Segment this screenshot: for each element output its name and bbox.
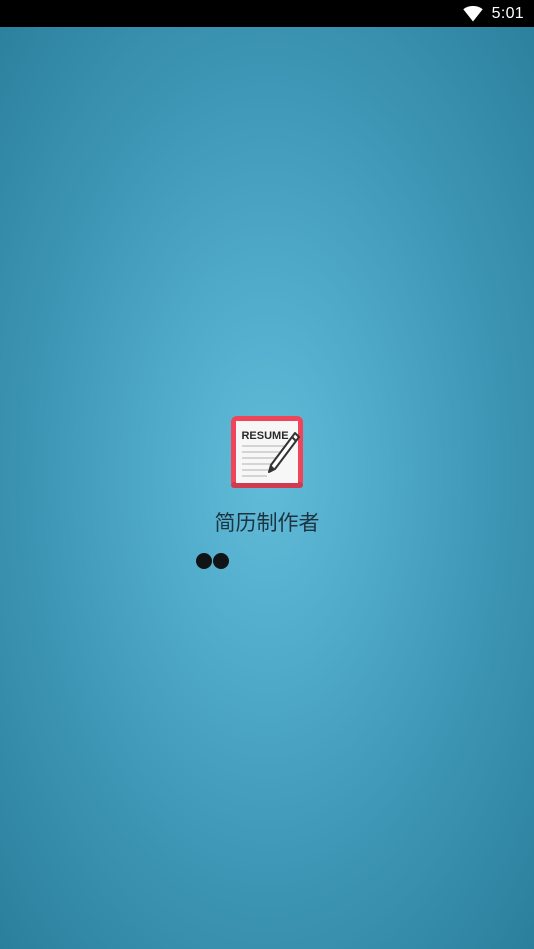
- loading-dot: [213, 553, 229, 569]
- loading-indicator: [196, 553, 229, 569]
- resume-icon-label: RESUME: [241, 430, 288, 442]
- splash-content: RESUME 简历制作者: [0, 416, 534, 537]
- status-time: 5:01: [491, 4, 524, 22]
- status-bar: 5:01: [0, 0, 534, 27]
- loading-dot: [196, 553, 212, 569]
- wifi-icon: [462, 5, 483, 21]
- resume-icon: RESUME: [231, 416, 303, 488]
- app-name: 简历制作者: [214, 511, 320, 535]
- status-bar-right: 5:01: [462, 0, 524, 27]
- splash-screen: 5:01 RESUME 简历制作者: [0, 0, 534, 949]
